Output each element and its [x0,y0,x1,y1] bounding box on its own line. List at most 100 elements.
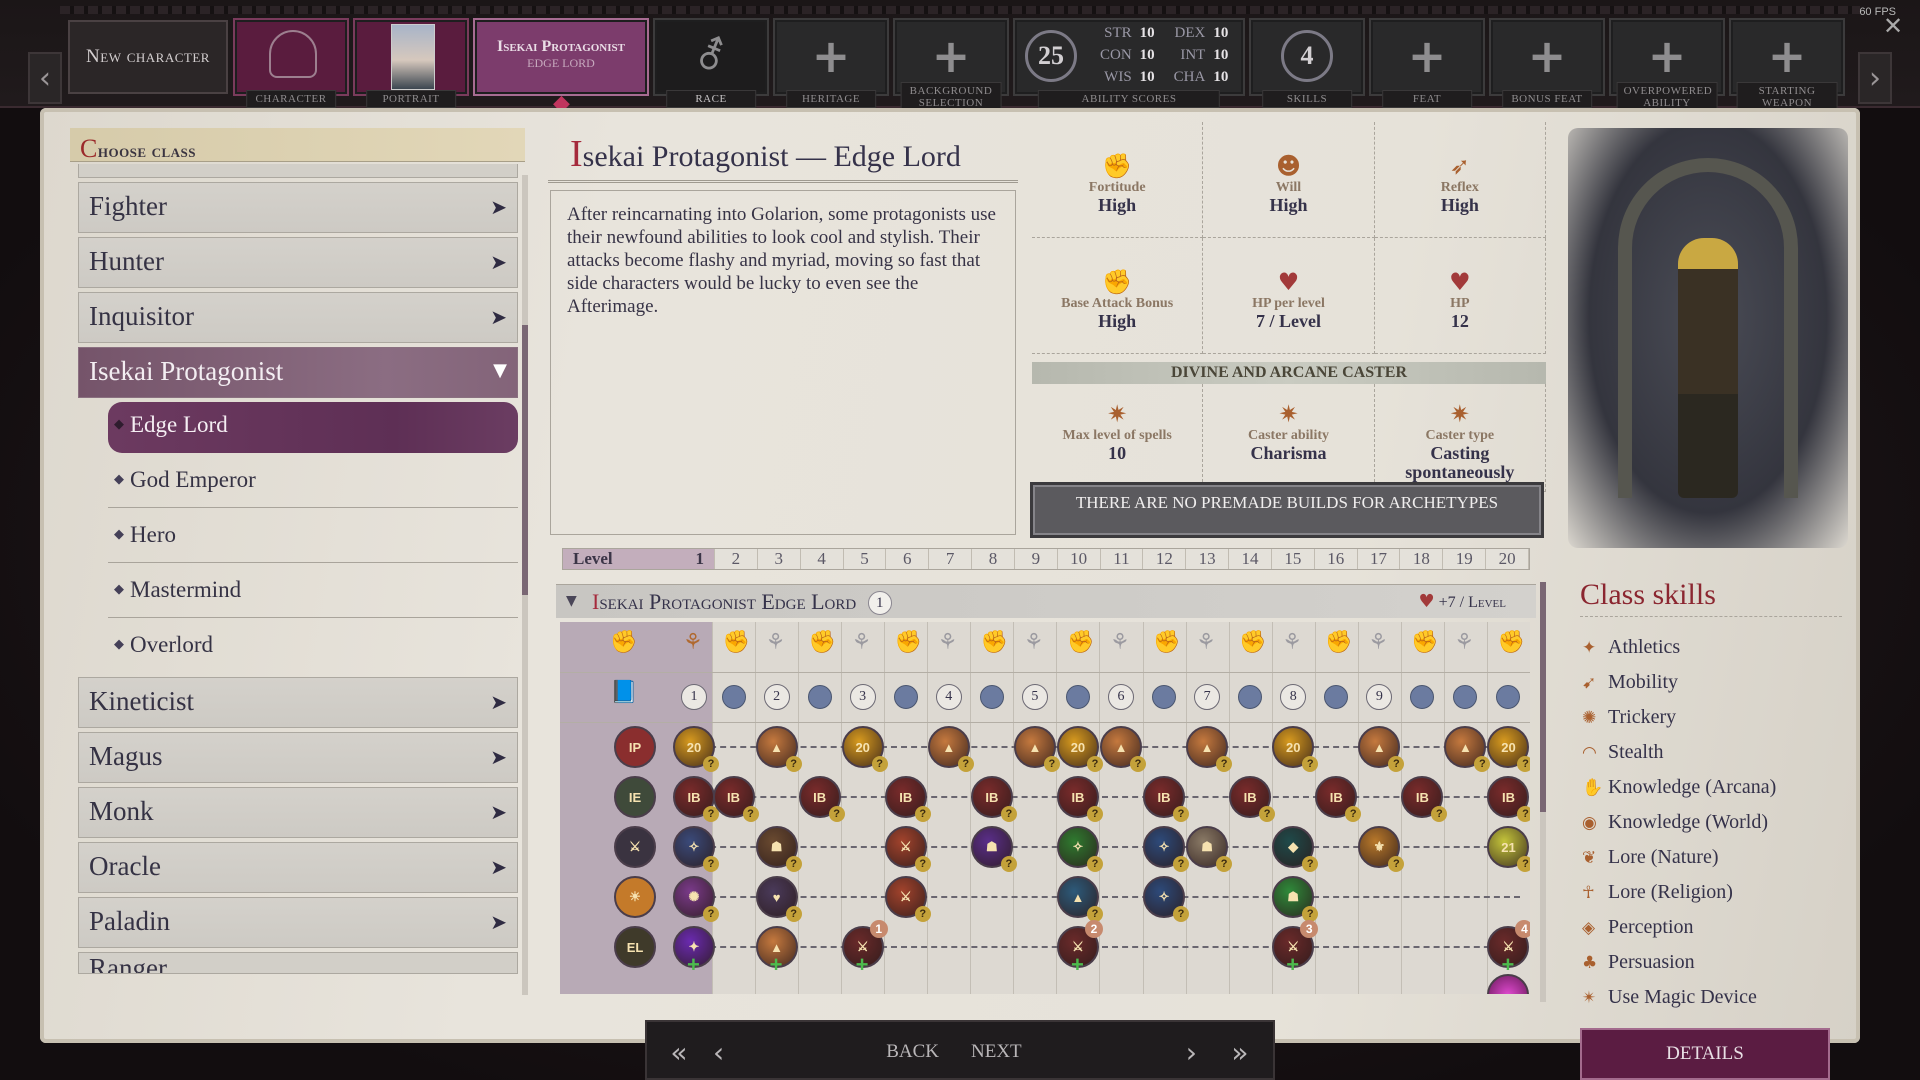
spell-slot-dot[interactable] [1065,685,1090,709]
step-character[interactable]: Character [233,18,349,108]
class-item-ranger[interactable]: Ranger [78,952,518,974]
step-skills[interactable]: 4 Skills [1249,18,1365,108]
level-cell[interactable]: 14 [1229,549,1272,569]
feature-icon[interactable]: ☗? [1272,876,1319,922]
spell-level-badge[interactable]: 6 [1108,684,1134,710]
next-button[interactable]: NEXT › [957,1030,1207,1074]
bab-icon[interactable]: ✊ [981,630,1008,655]
bab-icon[interactable]: ✊ [1067,630,1094,655]
feature-icon[interactable]: ✧? [673,826,719,872]
bab-icon[interactable]: ✊ [1153,630,1180,655]
step-starting-weapon[interactable]: + Starting Weapon [1729,18,1845,112]
spell-slot-dot[interactable] [1152,685,1177,709]
bab-icon[interactable]: ✊ [1325,630,1352,655]
feature-icon[interactable]: IB? [1401,776,1448,822]
feature-icon[interactable]: ☗? [970,826,1017,872]
level-cell[interactable]: 19 [1443,549,1487,569]
feature-icon[interactable]: ⚜? [1358,826,1405,872]
level-cell-current[interactable]: Level 1 [563,549,715,569]
feature-icon[interactable]: IB? [1487,776,1530,822]
saves-icon[interactable]: ⚘ [766,630,786,655]
level-cell[interactable]: 15 [1272,549,1315,569]
saves-icon[interactable]: ⚘ [1282,630,1302,655]
saves-icon[interactable]: ⚘ [1454,630,1474,655]
spell-level-badge[interactable]: 5 [1021,684,1048,710]
class-item-druid[interactable]: Druid [78,164,518,178]
feature-icon[interactable]: IB? [673,776,719,822]
spell-slot-dot[interactable] [1496,685,1521,709]
saves-icon[interactable]: ⚘ [1024,630,1044,655]
feature-icon[interactable]: ▲ + [755,926,798,977]
class-item-paladin[interactable]: Paladin ➤ [78,897,518,948]
class-item-oracle[interactable]: Oracle ➤ [78,842,518,893]
last-step-button[interactable]: » [1217,1030,1263,1074]
saves-icon[interactable]: ⚘ [1196,630,1216,655]
feature-icon[interactable]: 21? [1487,826,1530,872]
level-cell[interactable]: 8 [972,549,1015,569]
feature-icon[interactable]: ✧? [1143,876,1190,922]
feature-icon[interactable]: ◆? [1272,826,1319,872]
saves-icon[interactable]: ⚘ [938,630,958,655]
class-item-monk[interactable]: Monk ➤ [78,787,518,838]
first-step-button[interactable]: « [659,1030,699,1074]
next-step-arrow[interactable]: › [1858,52,1892,104]
spell-slot-dot[interactable] [893,685,918,709]
feature-group-icon[interactable]: IE [614,776,656,818]
saves-icon[interactable]: ⚘ [683,630,703,655]
prev-step-arrow[interactable]: ‹ [28,52,62,104]
level-cell[interactable]: 9 [1015,549,1058,569]
level-cell[interactable]: 5 [844,549,887,569]
archetype-item-edge-lord[interactable]: ◆ Edge Lord [108,402,518,453]
feature-icon[interactable]: 20? [841,726,888,772]
feature-icon[interactable]: ▲? [1013,726,1060,772]
character-preview[interactable] [1568,128,1848,548]
scrollbar-thumb[interactable] [1540,582,1546,812]
class-item-inquisitor[interactable]: Inquisitor ➤ [78,292,518,343]
bab-icon[interactable]: ✊ [809,630,836,655]
level-cell[interactable]: 20 [1486,549,1529,569]
saves-icon[interactable]: ⚘ [1110,630,1130,655]
level-cell[interactable]: 12 [1143,549,1187,569]
spell-level-badge[interactable]: 3 [849,684,876,710]
feature-icon[interactable]: IB? [970,776,1017,822]
bab-icon[interactable]: ✊ [1497,630,1524,655]
feature-icon[interactable]: ▲? [755,726,802,772]
feature-icon[interactable]: ⚔? [884,826,931,872]
feature-icon[interactable]: ☗? [755,826,802,872]
feature-icon[interactable]: 20? [1056,726,1103,772]
level-cell[interactable]: 11 [1101,549,1144,569]
level-cell[interactable]: 16 [1315,549,1358,569]
feature-icon[interactable]: ▲? [927,726,974,772]
level-cell[interactable]: 2 [715,549,758,569]
feature-icon[interactable]: ✺? [673,876,719,922]
feature-icon[interactable]: IB? [1229,776,1276,822]
spell-slot-dot[interactable] [1453,685,1478,709]
level-cell[interactable]: 10 [1058,549,1101,569]
spell-slot-dot[interactable] [979,685,1004,709]
feature-group-icon[interactable]: IP [614,726,656,768]
spell-slot-dot[interactable] [807,685,832,709]
feature-icon[interactable]: IB? [1056,776,1103,822]
feature-icon[interactable]: ▲? [1056,876,1103,922]
feature-icon[interactable]: ⚔ 3 + [1272,920,1319,977]
archetype-item-mastermind[interactable]: ◆ Mastermind [108,567,518,618]
spell-slot-dot[interactable] [1410,685,1435,709]
class-item-magus[interactable]: Magus ➤ [78,732,518,783]
saves-icon[interactable]: ⚘ [852,630,872,655]
progression-scrollbar[interactable] [1540,582,1546,1002]
level-cell[interactable]: 4 [801,549,844,569]
feature-icon[interactable]: ✧? [1056,826,1103,872]
step-feat[interactable]: + Feat [1369,18,1485,108]
feature-icon[interactable]: ⚔ 1 + [841,920,888,977]
archetype-progression-header[interactable]: ▼ Isekai Protagonist Edge Lord 1 ♥ +7 / … [556,584,1536,618]
level-cell[interactable]: 17 [1358,549,1401,569]
feature-icon[interactable]: ⚔ 2 + [1056,920,1103,977]
feature-icon[interactable] [1487,974,1530,994]
step-bonus-feat[interactable]: + Bonus Feat [1489,18,1605,108]
class-item-hunter[interactable]: Hunter ➤ [78,237,518,288]
spell-slot-dot[interactable] [1324,685,1349,709]
bab-icon[interactable]: ✊ [895,630,922,655]
feature-icon[interactable]: ✦ + [673,926,715,977]
level-cell[interactable]: 18 [1400,549,1444,569]
spell-level-badge[interactable]: 2 [763,684,790,710]
